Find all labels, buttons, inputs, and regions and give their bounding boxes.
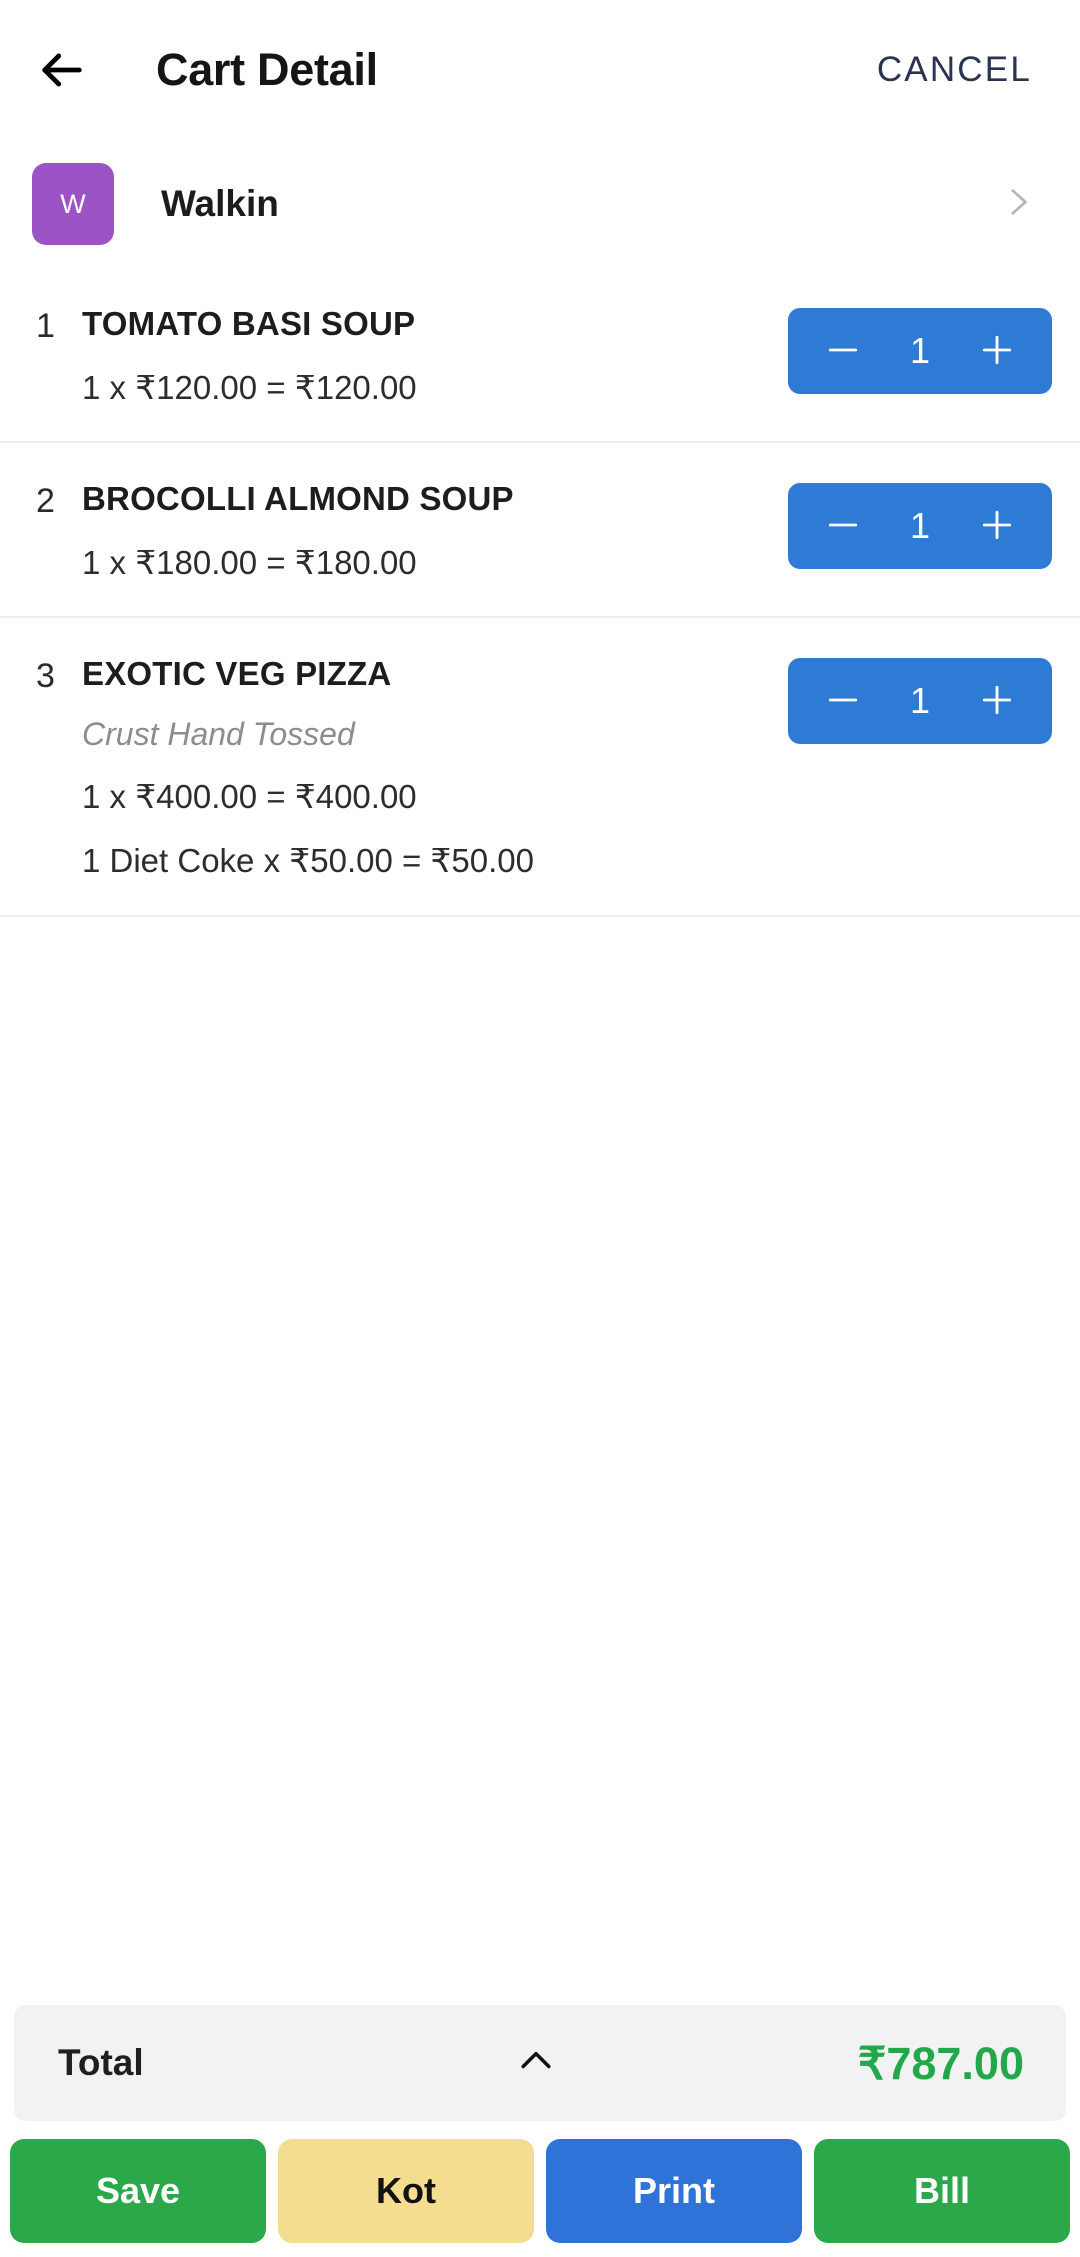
table-row[interactable]: 2 BROCOLLI ALMOND SOUP 1 x ₹180.00 = ₹18… bbox=[0, 443, 1080, 619]
item-price-line: 1 x ₹120.00 = ₹120.00 bbox=[82, 368, 417, 406]
table-row[interactable]: 1 TOMATO BASI SOUP 1 x ₹120.00 = ₹120.00… bbox=[0, 268, 1080, 444]
item-variant: Crust Hand Tossed bbox=[82, 715, 355, 752]
minus-icon bbox=[824, 331, 862, 372]
save-button[interactable]: Save bbox=[10, 2139, 266, 2243]
item-index: 1 bbox=[36, 307, 55, 345]
total-label: Total bbox=[58, 2042, 144, 2083]
bill-button[interactable]: Bill bbox=[814, 2139, 1070, 2243]
item-details: TOMATO BASI SOUP 1 x ₹120.00 = ₹120.00 bbox=[82, 304, 788, 407]
arrow-left-icon bbox=[36, 44, 88, 96]
plus-icon bbox=[978, 331, 1016, 372]
decrement-button[interactable] bbox=[814, 672, 872, 730]
item-name: TOMATO BASI SOUP bbox=[82, 305, 416, 342]
increment-button[interactable] bbox=[968, 497, 1026, 555]
minus-icon bbox=[824, 681, 862, 722]
quantity-stepper[interactable]: 1 bbox=[788, 483, 1052, 570]
print-button[interactable]: Print bbox=[546, 2139, 802, 2243]
decrement-button[interactable] bbox=[814, 497, 872, 555]
chevron-right-icon[interactable] bbox=[1000, 185, 1034, 224]
chevron-up-icon bbox=[514, 2039, 558, 2088]
item-index: 3 bbox=[36, 657, 55, 696]
customer-row[interactable]: W Walkin bbox=[0, 140, 1080, 268]
minus-icon bbox=[824, 506, 862, 547]
app-bar: Cart Detail CANCEL bbox=[0, 0, 1080, 140]
table-row[interactable]: 3 EXOTIC VEG PIZZA Crust Hand Tossed 1 x… bbox=[0, 618, 1080, 917]
item-addon-line: 1 Diet Coke x ₹50.00 = ₹50.00 bbox=[82, 841, 535, 879]
item-index: 2 bbox=[36, 482, 55, 521]
plus-icon bbox=[978, 506, 1016, 547]
increment-button[interactable] bbox=[968, 672, 1026, 730]
quantity-value: 1 bbox=[909, 505, 931, 547]
item-name: BROCOLLI ALMOND SOUP bbox=[82, 480, 514, 518]
cart-detail-screen: Cart Detail CANCEL W Walkin 1 TOMATO BAS… bbox=[0, 0, 1080, 2257]
quantity-stepper[interactable]: 1 bbox=[788, 658, 1052, 745]
page-title: Cart Detail bbox=[156, 44, 378, 95]
action-bar: Save Kot Print Bill bbox=[0, 2121, 1080, 2257]
empty-list-space bbox=[0, 917, 1080, 2005]
item-details: EXOTIC VEG PIZZA Crust Hand Tossed 1 x ₹… bbox=[82, 654, 788, 880]
item-price-line: 1 x ₹400.00 = ₹400.00 bbox=[82, 778, 417, 816]
plus-icon bbox=[978, 681, 1016, 722]
cart-item-list: 1 TOMATO BASI SOUP 1 x ₹120.00 = ₹120.00… bbox=[0, 268, 1080, 2005]
avatar: W bbox=[32, 163, 114, 245]
back-button[interactable] bbox=[36, 32, 112, 108]
increment-button[interactable] bbox=[968, 322, 1026, 380]
quantity-value: 1 bbox=[909, 680, 931, 722]
item-details: BROCOLLI ALMOND SOUP 1 x ₹180.00 = ₹180.… bbox=[82, 479, 788, 582]
footer: Total ₹787.00 Save Kot Print Bill bbox=[0, 2005, 1080, 2257]
customer-name: Walkin bbox=[161, 183, 279, 224]
quantity-value: 1 bbox=[909, 330, 931, 371]
item-price-line: 1 x ₹180.00 = ₹180.00 bbox=[82, 543, 417, 581]
total-bar[interactable]: Total ₹787.00 bbox=[14, 2005, 1066, 2121]
avatar-initial: W bbox=[60, 188, 86, 219]
total-amount: ₹787.00 bbox=[857, 2037, 1024, 2089]
item-name: EXOTIC VEG PIZZA bbox=[82, 655, 392, 693]
decrement-button[interactable] bbox=[814, 322, 872, 380]
quantity-stepper[interactable]: 1 bbox=[788, 308, 1052, 394]
cancel-button[interactable]: CANCEL bbox=[877, 40, 1032, 100]
kot-button[interactable]: Kot bbox=[278, 2139, 534, 2243]
total-expand-toggle[interactable] bbox=[144, 2039, 858, 2088]
